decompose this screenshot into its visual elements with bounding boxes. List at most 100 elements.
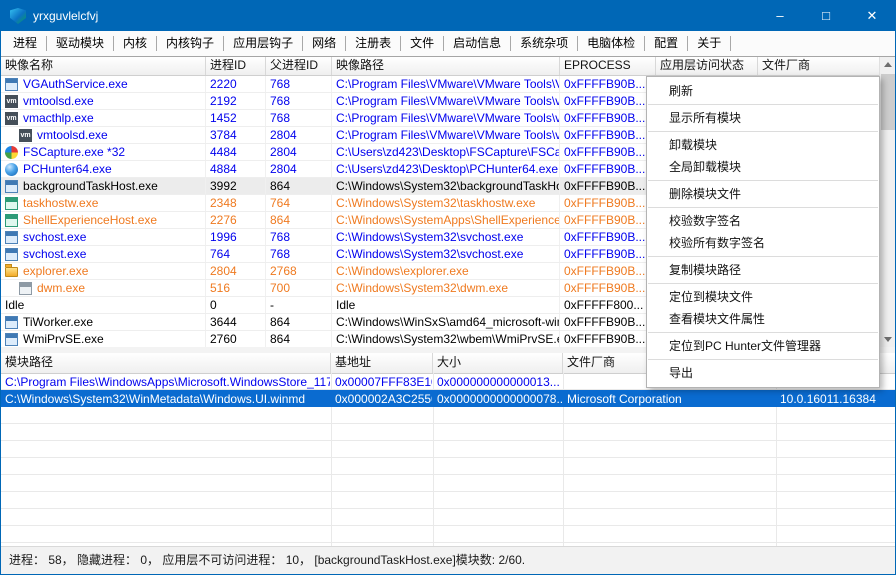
app-logo-icon (10, 8, 26, 24)
image-path-cell: C:\Windows\System32\svchost.exe (332, 229, 560, 245)
image-name-cell: explorer.exe (1, 263, 206, 279)
eprocess-cell: 0xFFFFB90B... (560, 161, 656, 177)
parent-process-id-cell: 768 (266, 229, 332, 245)
scrollbar-thumb[interactable] (881, 74, 895, 130)
context-menu-item[interactable]: 导出 (647, 362, 879, 384)
menu-separator (648, 131, 878, 132)
parent-process-id-cell: 2804 (266, 161, 332, 177)
minimize-button[interactable]: – (757, 1, 803, 31)
module-row[interactable]: C:\Windows\System32\WinMetadata\Windows.… (1, 390, 895, 407)
process-name: taskhostw.exe (23, 196, 98, 210)
menu-separator (648, 104, 878, 105)
image-path-cell: C:\Windows\System32\backgroundTaskHost..… (332, 178, 560, 194)
image-name-cell: vmtoolsd.exe (1, 93, 206, 109)
module-column-header[interactable]: 模块路径 (1, 353, 331, 373)
image-path-cell: C:\Program Files\VMware\VMware Tools\vm.… (332, 110, 560, 126)
process-id-cell: 764 (206, 246, 266, 262)
parent-process-id-cell: 864 (266, 314, 332, 330)
context-menu-item[interactable]: 显示所有模块 (647, 107, 879, 129)
eprocess-cell: 0xFFFFB90B... (560, 246, 656, 262)
image-path-cell: C:\Windows\explorer.exe (332, 263, 560, 279)
process-name: Idle (5, 298, 24, 312)
process-column-header[interactable]: 应用层访问状态 (656, 57, 758, 75)
parent-process-id-cell: 864 (266, 331, 332, 347)
eprocess-cell: 0xFFFFB90B... (560, 229, 656, 245)
image-path-cell: C:\Windows\WinSxS\amd64_microsoft-wind..… (332, 314, 560, 330)
menu-separator (648, 359, 878, 360)
tab-启动信息[interactable]: 启动信息 (444, 36, 511, 51)
context-menu-item[interactable]: 校验数字签名 (647, 210, 879, 232)
image-path-cell: C:\Users\zd423\Desktop\PCHunter64.exe (332, 161, 560, 177)
process-column-header[interactable]: 文件厂商 (758, 57, 879, 75)
eprocess-cell: 0xFFFFB90B... (560, 263, 656, 279)
context-menu-item[interactable]: 校验所有数字签名 (647, 232, 879, 254)
vm-icon (19, 129, 32, 142)
menu-separator (648, 180, 878, 181)
process-name: svchost.exe (23, 247, 86, 261)
tab-电脑体检[interactable]: 电脑体检 (578, 36, 645, 51)
parent-process-id-cell: 768 (266, 246, 332, 262)
tab-应用层钩子[interactable]: 应用层钩子 (224, 36, 303, 51)
folder-icon (5, 267, 18, 277)
pchunter-icon (5, 163, 18, 176)
tab-内核钩子[interactable]: 内核钩子 (157, 36, 224, 51)
size-cell: 0x000000000000013... (433, 373, 563, 390)
context-menu-item[interactable]: 全局卸载模块 (647, 156, 879, 178)
image-name-cell: svchost.exe (1, 246, 206, 262)
process-column-header[interactable]: 映像名称 (1, 57, 206, 75)
tab-进程[interactable]: 进程 (4, 36, 47, 51)
image-path-cell: C:\Windows\System32\svchost.exe (332, 246, 560, 262)
scroll-up-icon[interactable] (880, 57, 896, 73)
process-column-header[interactable]: 父进程ID (266, 57, 332, 75)
image-path-cell: C:\Windows\SystemApps\ShellExperienceHo.… (332, 212, 560, 228)
tab-注册表[interactable]: 注册表 (346, 36, 401, 51)
module-path-cell: C:\Program Files\WindowsApps\Microsoft.W… (1, 373, 331, 390)
win-gray-icon (19, 282, 32, 295)
tab-驱动模块[interactable]: 驱动模块 (47, 36, 114, 51)
process-name: vmacthlp.exe (23, 111, 94, 125)
context-menu-item[interactable]: 定位到PC Hunter文件管理器 (647, 335, 879, 357)
process-column-header[interactable]: 映像路径 (332, 57, 560, 75)
module-path-cell: C:\Windows\System32\WinMetadata\Windows.… (1, 390, 331, 407)
base-address-cell: 0x000002A3C2550... (331, 390, 433, 407)
context-menu-item[interactable]: 定位到模块文件 (647, 286, 879, 308)
vm-icon (5, 112, 18, 125)
tab-关于[interactable]: 关于 (688, 36, 731, 51)
module-column-header[interactable]: 基地址 (331, 353, 433, 373)
parent-process-id-cell: 864 (266, 212, 332, 228)
process-id-cell: 4484 (206, 144, 266, 160)
tab-系统杂项[interactable]: 系统杂项 (511, 36, 578, 51)
process-column-header[interactable]: 进程ID (206, 57, 266, 75)
context-menu-item[interactable]: 卸载模块 (647, 134, 879, 156)
vertical-scrollbar[interactable] (879, 57, 895, 347)
image-name-cell: ShellExperienceHost.exe (1, 212, 206, 228)
context-menu-item[interactable]: 刷新 (647, 80, 879, 102)
context-menu-item[interactable]: 查看模块文件属性 (647, 308, 879, 330)
titlebar: yrxguvlelcfvj – □ ✕ (1, 1, 895, 31)
image-name-cell: TiWorker.exe (1, 314, 206, 330)
eprocess-cell: 0xFFFFB90B... (560, 195, 656, 211)
process-column-header[interactable]: EPROCESS (560, 57, 656, 75)
context-menu-item[interactable]: 复制模块路径 (647, 259, 879, 281)
scroll-down-icon[interactable] (880, 331, 896, 347)
image-name-cell: VGAuthService.exe (1, 76, 206, 92)
process-id-cell: 1452 (206, 110, 266, 126)
context-menu-item[interactable]: 删除模块文件 (647, 183, 879, 205)
maximize-button[interactable]: □ (803, 1, 849, 31)
tab-文件[interactable]: 文件 (401, 36, 444, 51)
tab-配置[interactable]: 配置 (645, 36, 688, 51)
eprocess-cell: 0xFFFFB90B... (560, 144, 656, 160)
close-button[interactable]: ✕ (849, 1, 895, 31)
process-name: svchost.exe (23, 230, 86, 244)
process-id-cell: 2276 (206, 212, 266, 228)
process-id-cell: 1996 (206, 229, 266, 245)
process-id-cell: 2760 (206, 331, 266, 347)
process-id-cell: 2220 (206, 76, 266, 92)
process-name: vmtoolsd.exe (37, 128, 108, 142)
tab-内核[interactable]: 内核 (114, 36, 157, 51)
eprocess-cell: 0xFFFFB90B... (560, 314, 656, 330)
tab-网络[interactable]: 网络 (303, 36, 346, 51)
image-path-cell: C:\Program Files\VMware\VMware Tools\vmt… (332, 93, 560, 109)
module-column-header[interactable]: 大小 (433, 353, 563, 373)
image-name-cell: backgroundTaskHost.exe (1, 178, 206, 194)
